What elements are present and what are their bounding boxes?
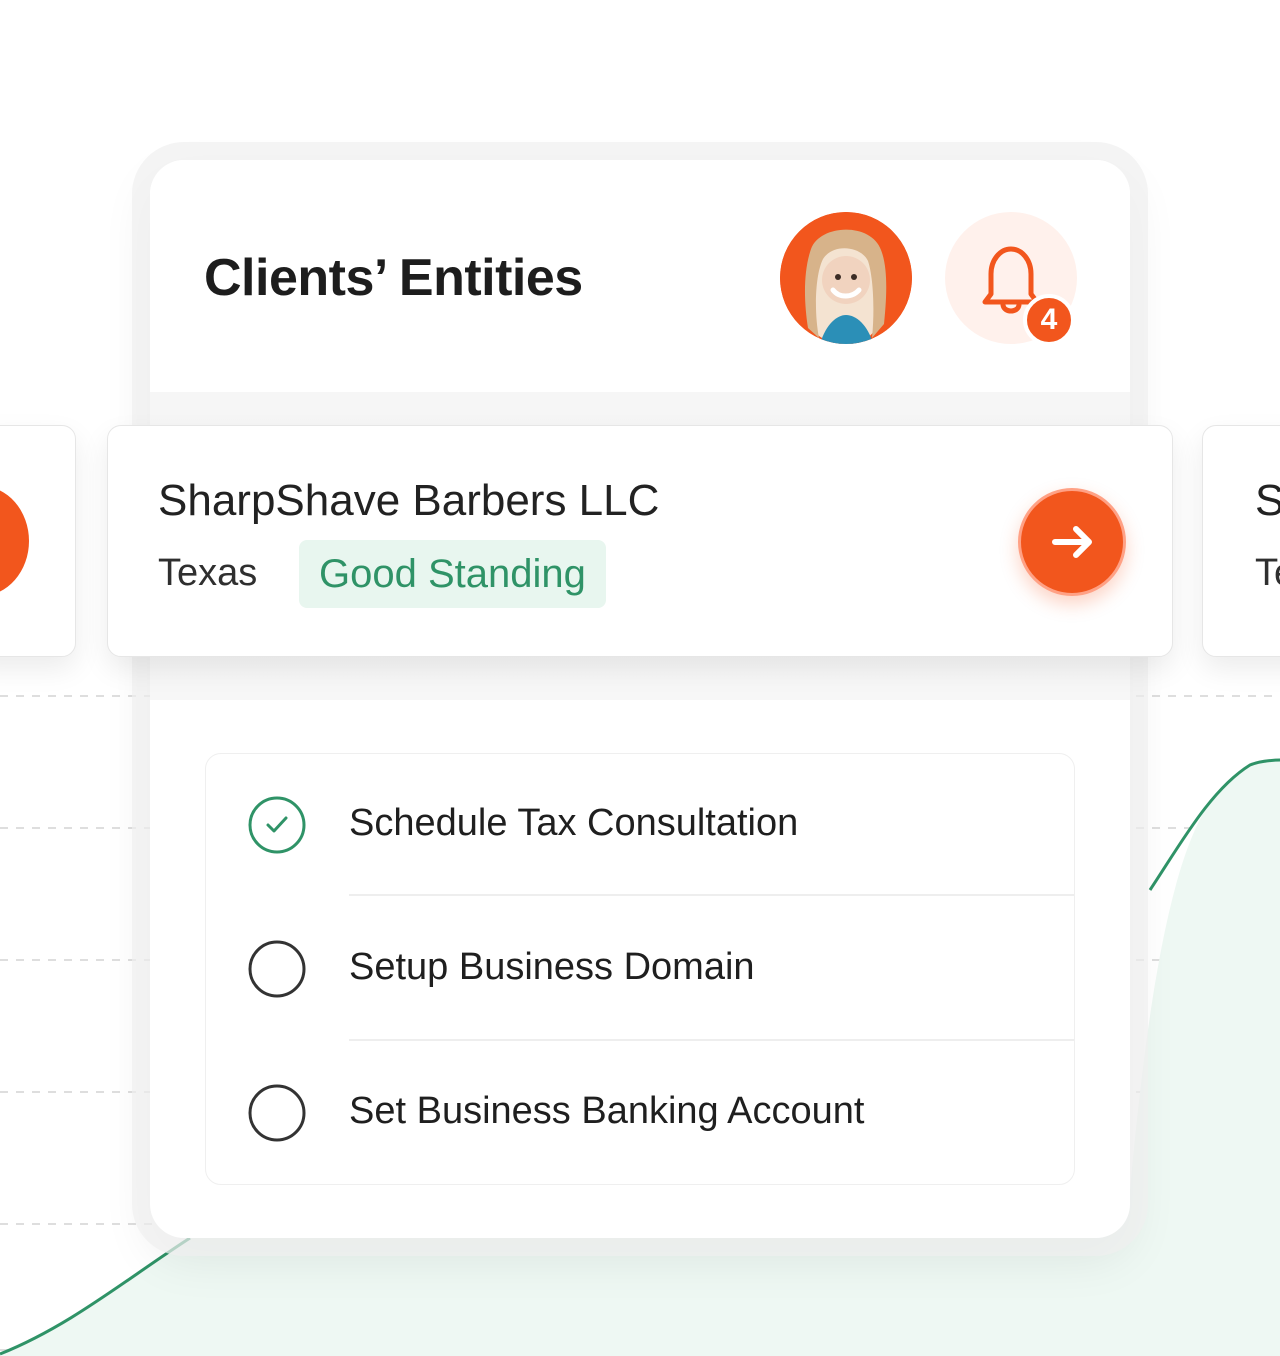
empty-circle-icon[interactable] — [246, 938, 308, 1000]
status-badge: Good Standing — [299, 540, 606, 608]
entity-state-partial: Te — [1255, 552, 1280, 594]
entity-card[interactable]: SharpShave Barbers LLC Texas Good Standi… — [107, 425, 1173, 657]
task-label: Set Business Banking Account — [349, 1090, 865, 1132]
arrow-right-icon — [1052, 526, 1092, 558]
check-circle-icon[interactable] — [246, 794, 308, 856]
empty-circle-icon[interactable] — [246, 1082, 308, 1144]
open-entity-button[interactable] — [1018, 488, 1126, 596]
task-divider — [349, 1039, 1074, 1041]
entity-card-next[interactable]: S Te — [1202, 425, 1280, 657]
task-item-schedule-tax-consultation[interactable]: Schedule Tax Consultation — [206, 754, 1074, 898]
notification-badge: 4 — [1023, 294, 1075, 346]
panel-header: Clients’ Entities 4 — [150, 160, 1130, 392]
entity-state: Texas — [158, 552, 258, 594]
task-item-set-business-banking-account[interactable]: Set Business Banking Account — [206, 1042, 1074, 1184]
entity-card-previous[interactable] — [0, 425, 76, 657]
task-label: Setup Business Domain — [349, 946, 755, 988]
task-divider — [349, 894, 1074, 896]
task-label: Schedule Tax Consultation — [349, 802, 799, 844]
task-list: Schedule Tax Consultation Setup Business… — [205, 753, 1075, 1185]
entity-name-partial: S — [1255, 476, 1280, 526]
avatar[interactable] — [780, 212, 912, 344]
task-item-setup-business-domain[interactable]: Setup Business Domain — [206, 898, 1074, 1042]
avatar-image — [780, 212, 912, 344]
page-title: Clients’ Entities — [204, 249, 583, 307]
entity-name: SharpShave Barbers LLC — [158, 476, 660, 525]
arrow-button-previous[interactable] — [0, 486, 29, 596]
